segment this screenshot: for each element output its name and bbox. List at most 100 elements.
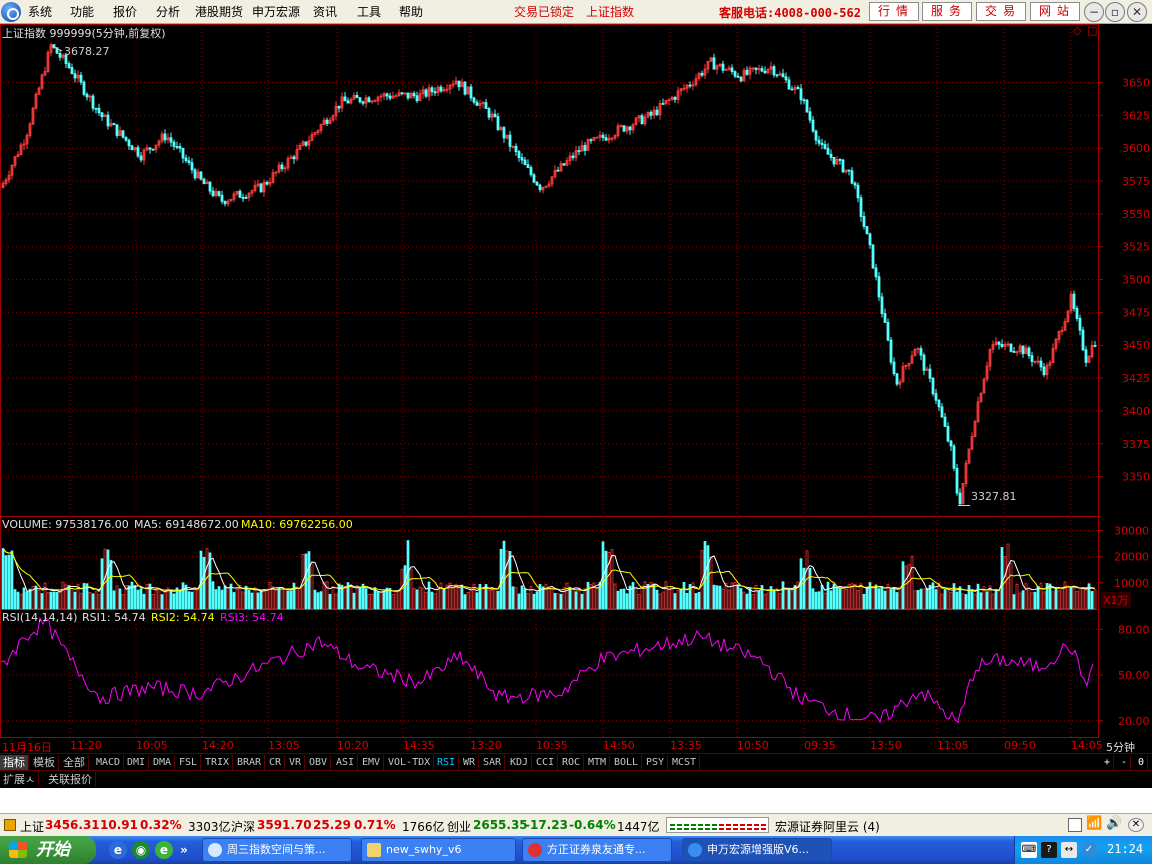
window-toggle-icon[interactable]: □ bbox=[1087, 24, 1097, 37]
candle-body bbox=[700, 72, 704, 76]
tab-trix[interactable]: TRIX bbox=[202, 755, 234, 770]
sh-name[interactable]: 上证 bbox=[20, 818, 44, 835]
tab-cr[interactable]: CR bbox=[266, 755, 286, 770]
tab-expand[interactable]: 扩展ㅅ bbox=[0, 772, 40, 787]
browser-icon[interactable]: e bbox=[155, 841, 173, 859]
tab-vr[interactable]: VR bbox=[286, 755, 306, 770]
tab-brar[interactable]: BRAR bbox=[234, 755, 266, 770]
time-label: 10:05 bbox=[136, 739, 168, 752]
menu-system[interactable]: 系统 bbox=[28, 3, 52, 20]
chrome-icon[interactable]: ◉ bbox=[132, 841, 150, 859]
start-button[interactable]: 开始 bbox=[0, 836, 96, 864]
close-statusbar-icon[interactable]: ✕ bbox=[1128, 818, 1144, 832]
volume-bar bbox=[151, 593, 155, 610]
tab-related-quotes[interactable]: 关联报价 bbox=[45, 772, 96, 787]
tab-kdj[interactable]: KDJ bbox=[507, 755, 533, 770]
info-panel bbox=[0, 788, 1152, 813]
menu-help[interactable]: 帮助 bbox=[399, 3, 423, 20]
quicklaunch-more-icon[interactable]: » bbox=[178, 841, 190, 859]
nav-website-button[interactable]: 网站 bbox=[1030, 2, 1080, 21]
tab-mtm[interactable]: MTM bbox=[585, 755, 611, 770]
tab-all[interactable]: 全部 bbox=[60, 755, 89, 770]
zoom-reset-button[interactable]: 0 bbox=[1135, 755, 1149, 770]
volume-bar bbox=[679, 589, 683, 610]
volume-bar bbox=[394, 591, 398, 610]
menu-quote[interactable]: 报价 bbox=[113, 3, 137, 20]
tab-obv[interactable]: OBV bbox=[306, 755, 332, 770]
task-window-4[interactable]: 申万宏源增强版V6... bbox=[682, 838, 832, 862]
nav-trade-button[interactable]: 交易 bbox=[976, 2, 1026, 21]
candle-body bbox=[853, 182, 857, 186]
signal-icon[interactable]: 📶 bbox=[1086, 816, 1102, 831]
minimize-icon[interactable]: − bbox=[1084, 2, 1104, 22]
volume-ma10-label: MA10: 69762256.00 bbox=[241, 518, 353, 531]
speaker-icon[interactable]: 🔊 bbox=[1106, 816, 1122, 831]
zoom-in-button[interactable]: + bbox=[1101, 755, 1115, 770]
zoom-out-button[interactable]: - bbox=[1118, 755, 1132, 770]
keyboard-icon[interactable]: ⌨ bbox=[1021, 842, 1037, 858]
tab-boll[interactable]: BOLL bbox=[611, 755, 643, 770]
tab-rsi[interactable]: RSI bbox=[434, 755, 460, 770]
volume-bar bbox=[217, 586, 221, 610]
nav-service-button[interactable]: 服务 bbox=[922, 2, 972, 21]
volume-bar bbox=[442, 588, 446, 610]
tab-dma[interactable]: DMA bbox=[150, 755, 176, 770]
tab-mcst[interactable]: MCST bbox=[669, 755, 701, 770]
sh-change: 10.91 bbox=[100, 818, 138, 832]
tab-wr[interactable]: WR bbox=[460, 755, 480, 770]
tab-asi[interactable]: ASI bbox=[333, 755, 359, 770]
volume-bar bbox=[94, 591, 98, 610]
volume-bar bbox=[142, 593, 146, 610]
menu-news[interactable]: 资讯 bbox=[313, 3, 337, 20]
candle-body bbox=[934, 393, 938, 401]
task-window-2[interactable]: new_swhy_v6 bbox=[361, 838, 516, 862]
tab-fsl[interactable]: FSL bbox=[176, 755, 202, 770]
menu-swhy[interactable]: 申万宏源 bbox=[252, 3, 300, 20]
task-window-1[interactable]: 周三指数空间与策... bbox=[202, 838, 352, 862]
candle-body bbox=[502, 127, 506, 139]
cy-name[interactable]: 创业 bbox=[447, 818, 471, 835]
alert-icon[interactable] bbox=[4, 819, 16, 831]
sh-value: 3456.31 bbox=[45, 818, 100, 832]
tab-macd[interactable]: MACD bbox=[93, 755, 125, 770]
menu-hk-futures[interactable]: 港股期货 bbox=[195, 3, 243, 20]
indicator-tabbar: 指标 模板 全部 MACD DMI DMA FSL TRIX BRAR CR V… bbox=[0, 753, 1152, 770]
pinyin-icon[interactable]: ↔ bbox=[1061, 842, 1077, 858]
task-window-3[interactable]: 方正证券泉友通专... bbox=[522, 838, 672, 862]
tab-cci[interactable]: CCI bbox=[533, 755, 559, 770]
volume-bar bbox=[829, 590, 833, 610]
volume-bar bbox=[232, 592, 236, 610]
menu-tools[interactable]: 工具 bbox=[357, 3, 381, 20]
server-name[interactable]: 宏源证券阿里云 (4) bbox=[775, 818, 880, 835]
volume-bar bbox=[568, 586, 572, 610]
candle-body bbox=[457, 80, 461, 88]
layout-icon[interactable] bbox=[1068, 818, 1082, 832]
ie-icon[interactable]: e bbox=[109, 841, 127, 859]
close-icon[interactable]: ✕ bbox=[1127, 2, 1147, 22]
menu-function[interactable]: 功能 bbox=[70, 3, 94, 20]
menu-analysis[interactable]: 分析 bbox=[156, 3, 180, 20]
time-label: 09:50 bbox=[1004, 739, 1036, 752]
hs-name[interactable]: 沪深 bbox=[231, 818, 255, 835]
candle-body bbox=[859, 197, 863, 217]
restore-icon[interactable]: ▫ bbox=[1105, 2, 1125, 22]
candle-body bbox=[850, 170, 854, 184]
task-window-2-label: new_swhy_v6 bbox=[386, 843, 462, 856]
volume-bar bbox=[820, 584, 824, 610]
volume-bar bbox=[631, 581, 635, 610]
nav-quotes-button[interactable]: 行情 bbox=[869, 2, 919, 21]
candle-body bbox=[241, 197, 245, 199]
shield-icon[interactable]: ✓ bbox=[1081, 842, 1097, 858]
tab-vol-tdx[interactable]: VOL-TDX bbox=[385, 755, 435, 770]
diamond-icon[interactable]: ◇ bbox=[1073, 24, 1081, 37]
app-logo-icon[interactable] bbox=[1, 2, 21, 22]
tab-psy[interactable]: PSY bbox=[643, 755, 669, 770]
tab-templates[interactable]: 模板 bbox=[30, 755, 59, 770]
tab-indicators[interactable]: 指标 bbox=[0, 755, 29, 770]
tab-sar[interactable]: SAR bbox=[480, 755, 506, 770]
help-icon[interactable]: ? bbox=[1041, 842, 1057, 858]
tab-dmi[interactable]: DMI bbox=[124, 755, 150, 770]
tab-roc[interactable]: ROC bbox=[559, 755, 585, 770]
tab-emv[interactable]: EMV bbox=[359, 755, 385, 770]
chart-canvas[interactable]: 3650 3625 3600 3575 3550 3525 3500 3475 3450 3425… bbox=[0, 24, 1152, 738]
